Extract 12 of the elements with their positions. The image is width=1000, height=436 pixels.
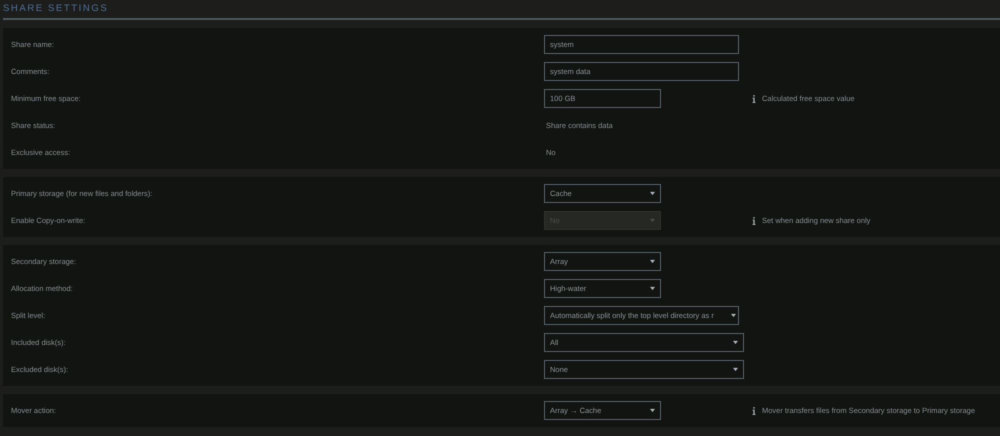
info-icon [752, 216, 756, 224]
info-icon [752, 406, 756, 414]
page-title: SHARE SETTINGS [2, 2, 110, 16]
caret-icon [650, 286, 655, 291]
info-icon [752, 94, 756, 102]
caret-icon [650, 191, 655, 196]
caret-icon [650, 259, 655, 264]
caret-icon [733, 367, 738, 372]
caret-icon [733, 340, 738, 345]
caret-icon [731, 313, 736, 318]
caret-icon [650, 408, 655, 413]
caret-icon [650, 218, 655, 223]
